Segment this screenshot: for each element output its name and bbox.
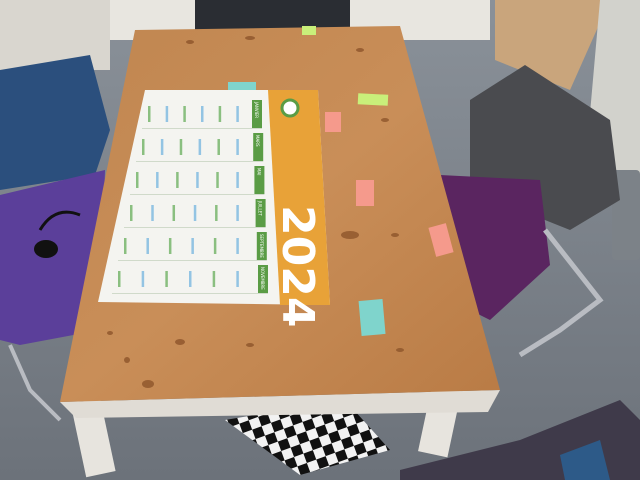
calendar-day-stripe [136, 172, 139, 188]
calendar-day-stripe [191, 238, 194, 254]
calendar-day-stripe [146, 238, 149, 254]
calendar-year: 2024 [272, 205, 323, 327]
calendar-day-stripe [236, 271, 239, 287]
calendar-day-stripe [189, 271, 192, 287]
wall-left [0, 0, 110, 70]
calendar-day-stripe [236, 172, 239, 188]
calendar-day-stripe [172, 205, 176, 221]
calendar-day-stripe [141, 271, 145, 287]
calendar-logo [280, 98, 300, 118]
calendar-row-divider [112, 293, 268, 294]
photo-scene: JANVIER MARS MAI JUILLET SEPTEMBRE NOVEMBRE 2… [0, 0, 640, 480]
calendar-day-stripe [148, 106, 151, 122]
calendar-day-stripe [183, 106, 186, 122]
sticky-note-yellow-right [357, 93, 389, 106]
calendar-day-stripe [215, 205, 218, 221]
calendar-row-divider [136, 161, 264, 162]
calendar-month-label: JANVIER [254, 101, 259, 118]
calendar-day-stripe [236, 238, 239, 254]
calendar-day-stripe [165, 271, 168, 287]
calendar-day-stripe [151, 205, 154, 221]
calendar-month-label: MARS [255, 135, 260, 147]
calendar-day-stripe [236, 106, 239, 122]
calendar-day-stripe [213, 238, 217, 254]
calendar-day-stripe [165, 106, 169, 122]
calendar-day-stripe [218, 106, 222, 122]
sticky-note-yellow-top [302, 26, 316, 35]
calendar-day-stripe [124, 238, 127, 254]
calendar-row-divider [124, 227, 266, 228]
sticky-note-teal-bottom [358, 299, 386, 336]
calendar-day-stripe [142, 139, 145, 155]
calendar-row-divider [142, 128, 262, 129]
calendar-day-stripe [217, 139, 220, 155]
calendar-day-stripe [176, 172, 179, 188]
calendar-month-label: MAI [256, 168, 261, 175]
calendar-month-label: NOVEMBRE [260, 267, 265, 290]
calendar-day-stripe [198, 139, 202, 155]
calendar-month-label: JUILLET [258, 200, 263, 216]
calendar-day-stripe [156, 172, 159, 188]
calendar-day-stripe [168, 238, 172, 254]
calendar-day-stripe [212, 271, 216, 287]
calendar-day-stripe [201, 106, 204, 122]
calendar-day-stripe [236, 139, 239, 155]
calendar-day-stripe [216, 172, 219, 188]
calendar-day-stripe [196, 172, 199, 188]
calendar-row-divider [118, 260, 267, 261]
calendar-day-stripe [130, 205, 133, 221]
calendar-day-stripe [236, 205, 239, 221]
calendar-day-stripe [160, 139, 164, 155]
chair-back [195, 0, 350, 30]
sticky-note-pink-2 [356, 180, 374, 206]
calendar-day-stripe [193, 205, 197, 221]
calendar-day-stripe [179, 139, 183, 155]
sticky-note-pink-1 [325, 112, 341, 132]
calendar-month-label: SEPTEMBRE [259, 234, 264, 258]
calendar-day-stripe [118, 271, 121, 287]
calendar-row-divider [130, 194, 265, 195]
sticky-note-teal-top [228, 82, 256, 90]
